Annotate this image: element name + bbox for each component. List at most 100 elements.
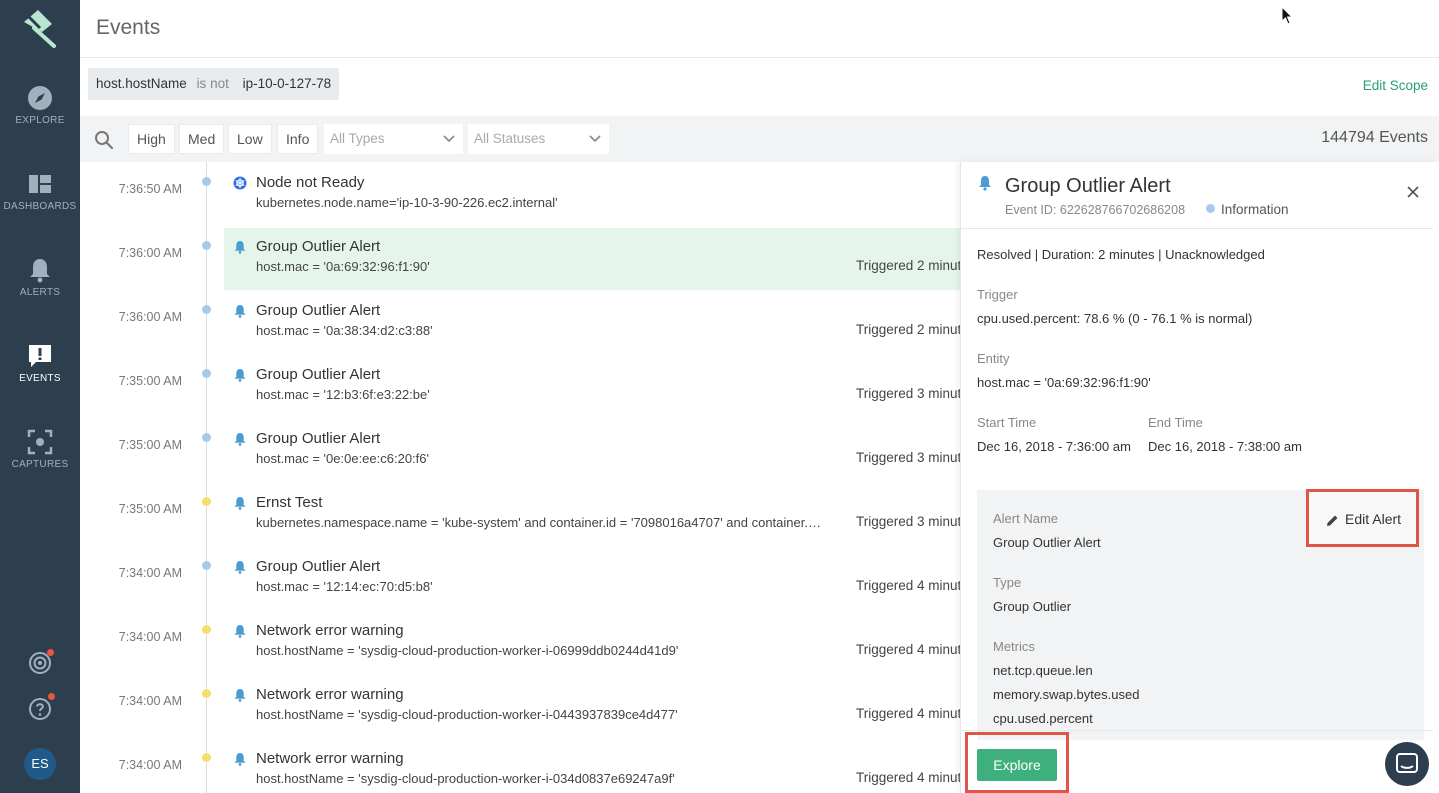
type-label: Type	[993, 575, 1022, 590]
event-detail-panel: Group Outlier Alert Event ID: 6226287667…	[960, 162, 1439, 793]
severity-low-button[interactable]: Low	[228, 124, 272, 154]
alert-name-label: Alert Name	[993, 511, 1059, 526]
scope-bar: host.hostName is not ip-10-0-127-78 Edit…	[80, 58, 1439, 116]
bell-icon	[234, 689, 246, 702]
sidebar-item-label: ALERTS	[19, 287, 61, 298]
event-time: 7:36:00 AM	[118, 310, 182, 324]
sidebar: EXPLORE DASHBOARDS ALERTS EVENTS CAPTURE…	[0, 0, 80, 793]
event-scope: host.mac = '12:b3:6f:e3:22:be'	[256, 387, 430, 402]
user-avatar[interactable]: ES	[24, 748, 56, 780]
event-title: Ernst Test	[256, 494, 323, 511]
sidebar-item-dashboards[interactable]: DASHBOARDS	[0, 170, 80, 246]
compass-icon	[28, 86, 52, 110]
detail-title: Group Outlier Alert	[1005, 175, 1171, 197]
sidebar-item-explore[interactable]: EXPLORE	[0, 84, 80, 160]
event-row[interactable]: 7:34:00 AM Network error warning host.host…	[80, 674, 960, 738]
types-dropdown[interactable]: All Types	[324, 124, 463, 154]
event-title: Network error warning	[256, 622, 404, 639]
statuses-dropdown[interactable]: All Statuses	[468, 124, 609, 154]
metric-item: cpu.used.percent	[993, 711, 1093, 726]
edit-alert-label: Edit Alert	[1345, 511, 1402, 527]
trigger-label: Trigger	[977, 287, 1018, 302]
sidebar-item-captures[interactable]: CAPTURES	[0, 428, 80, 504]
event-status: Triggered 4 minute	[856, 770, 960, 785]
notification-dot	[47, 649, 54, 656]
edit-scope-link[interactable]: Edit Scope	[1363, 78, 1428, 93]
pencil-icon	[1327, 515, 1338, 526]
event-row[interactable]: 7:36:00 AM Group Outlier Alert host.mac = …	[80, 226, 960, 290]
sysdig-logo[interactable]	[20, 8, 60, 48]
chat-launcher[interactable]	[1385, 742, 1429, 786]
event-row[interactable]: 7:36:00 AM Group Outlier Alert host.mac = …	[80, 290, 960, 354]
event-scope: host.mac = '0a:69:32:96:f1:90'	[256, 259, 430, 274]
explore-highlight: Explore	[965, 732, 1069, 793]
bell-icon	[234, 241, 246, 254]
severity-info-button[interactable]: Info	[277, 124, 319, 154]
event-status: Triggered 4 minute	[856, 578, 960, 593]
event-row[interactable]: 7:35:00 AM Ernst Test kubernetes.namespace…	[80, 482, 960, 546]
chevron-down-icon	[589, 135, 601, 143]
end-time-value: Dec 16, 2018 - 7:38:00 am	[1148, 439, 1302, 454]
event-row[interactable]: 7:35:00 AM Group Outlier Alert host.mac = …	[80, 418, 960, 482]
filter-bar: High Med Low Info All Types All Statuses…	[80, 116, 1439, 162]
events-count: 144794 Events	[1321, 129, 1428, 146]
event-scope: kubernetes.node.name='ip-10-3-90-226.ec2…	[256, 195, 558, 210]
severity-dot	[202, 369, 211, 378]
event-row[interactable]: 7:35:00 AM Group Outlier Alert host.mac = …	[80, 354, 960, 418]
bell-icon	[234, 305, 246, 318]
event-row[interactable]: 7:36:50 AM Node not Ready kubernetes.node.…	[80, 162, 960, 226]
edit-alert-button[interactable]: Edit Alert	[1306, 489, 1419, 547]
sidebar-item-alerts[interactable]: ALERTS	[0, 256, 80, 332]
event-status: Triggered 3 minute	[856, 514, 960, 529]
severity-dot	[202, 497, 211, 506]
scope-filter-chip[interactable]: host.hostName is not ip-10-0-127-78	[88, 68, 340, 100]
search-icon[interactable]	[94, 130, 114, 150]
severity-med-button[interactable]: Med	[179, 124, 225, 154]
event-scope: host.hostName = 'sysdig-cloud-production…	[256, 707, 678, 722]
event-title: Group Outlier Alert	[256, 430, 381, 447]
event-status: Triggered 3 minute	[856, 386, 960, 401]
event-row[interactable]: 7:34:00 AM Network error warning host.host…	[80, 610, 960, 674]
severity-dot	[202, 433, 211, 442]
sidebar-item-events[interactable]: EVENTS	[0, 342, 80, 418]
event-row[interactable]: 7:34:00 AM Network error warning host.host…	[80, 738, 960, 793]
event-scope: kubernetes.namespace.name = 'kube-system…	[256, 515, 822, 530]
sidebar-item-label: CAPTURES	[11, 459, 69, 470]
bell-icon	[979, 176, 991, 191]
event-row[interactable]: 7:34:00 AM Group Outlier Alert host.mac = …	[80, 546, 960, 610]
capture-icon	[27, 429, 53, 455]
bell-icon	[234, 433, 246, 446]
notification-dot	[48, 693, 55, 700]
types-dropdown-value: All Types	[330, 131, 385, 146]
severity-dot	[202, 305, 211, 314]
start-time-value: Dec 16, 2018 - 7:36:00 am	[977, 439, 1131, 454]
event-scope: host.hostName = 'sysdig-cloud-production…	[256, 771, 675, 786]
event-status: Triggered 4 minute	[856, 706, 960, 721]
severity-dot	[202, 625, 211, 634]
event-time: 7:34:00 AM	[118, 630, 182, 644]
severity-dot	[202, 689, 211, 698]
event-time: 7:34:00 AM	[118, 566, 182, 580]
help-icon[interactable]	[28, 697, 52, 721]
severity-dot	[202, 561, 211, 570]
severity-dot	[1206, 204, 1215, 213]
explore-button[interactable]: Explore	[977, 749, 1057, 781]
event-title: Network error warning	[256, 686, 404, 703]
divider	[961, 228, 1433, 229]
dashboard-icon	[29, 175, 51, 193]
events-list: 7:36:50 AM Node not Ready kubernetes.node.…	[80, 162, 960, 793]
detail-summary: Resolved | Duration: 2 minutes | Unackno…	[977, 247, 1265, 262]
severity-high-button[interactable]: High	[128, 124, 175, 154]
event-time: 7:35:00 AM	[118, 438, 182, 452]
bell-icon	[234, 753, 246, 766]
type-value: Group Outlier	[993, 599, 1072, 614]
scope-value: ip-10-0-127-78	[242, 76, 332, 91]
detail-severity: Information	[1221, 202, 1289, 217]
event-scope: host.hostName = 'sysdig-cloud-production…	[256, 643, 679, 658]
bell-icon	[234, 625, 246, 638]
close-icon[interactable]	[1407, 186, 1419, 198]
event-scope: host.mac = '12:14:ec:70:d5:b8'	[256, 579, 433, 594]
severity-dot	[202, 177, 211, 186]
end-time-label: End Time	[1148, 415, 1203, 430]
event-scope: host.mac = '0e:0e:ee:c6:20:f6'	[256, 451, 429, 466]
